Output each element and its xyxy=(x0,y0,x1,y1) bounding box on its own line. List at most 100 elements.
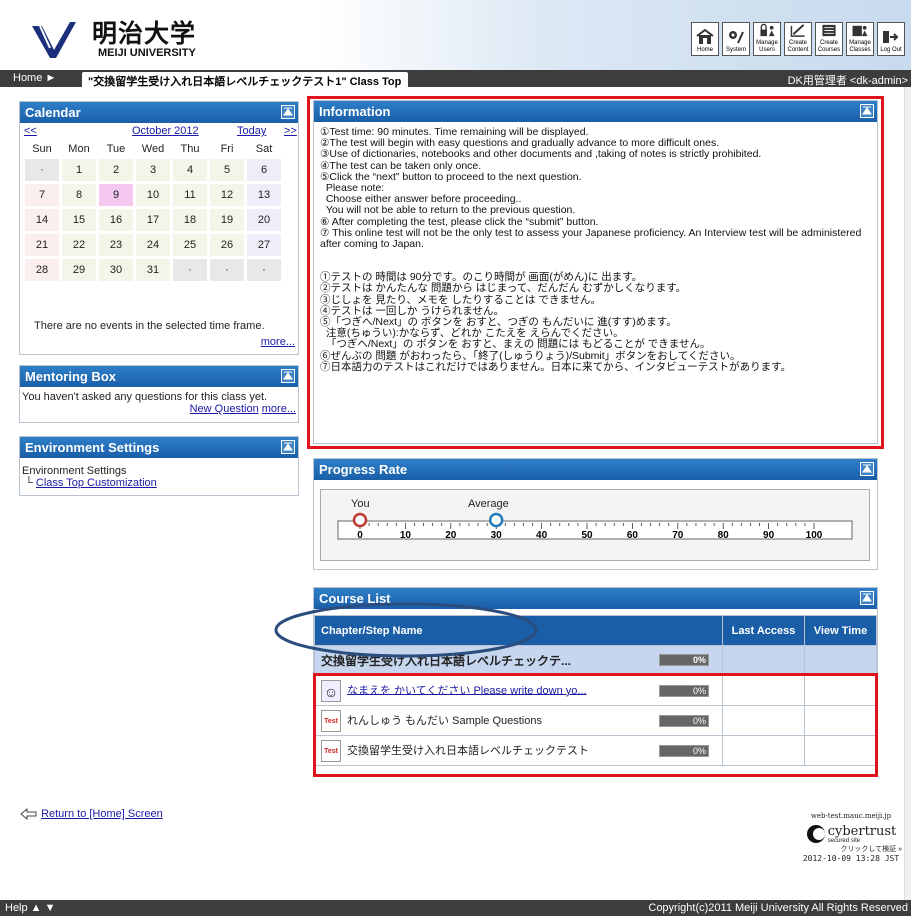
calendar-week: 7 8 9 10 11 12 13 xyxy=(25,184,281,206)
new-question-link[interactable]: New Question xyxy=(190,403,259,415)
progress-tick-label: 10 xyxy=(400,530,412,541)
calendar-day[interactable]: 24 xyxy=(136,234,170,256)
calendar-day[interactable]: 27 xyxy=(247,234,281,256)
next-month-link[interactable]: >> xyxy=(284,125,297,137)
create-content-button[interactable]: Create Content xyxy=(784,22,812,56)
calendar-panel: Calendar << October 2012 Today >> Sun Mon… xyxy=(19,101,299,355)
cert-brand: cybertrust xyxy=(827,823,897,839)
cybertrust-seal[interactable]: web-test.mauc.meiji.jp cybertrust secure… xyxy=(800,812,902,863)
calendar-day[interactable]: 23 xyxy=(99,234,133,256)
system-icon xyxy=(729,31,744,44)
logout-label: Log Out xyxy=(880,47,902,53)
month-link[interactable]: October 2012 xyxy=(132,125,199,137)
breadcrumb-current: "交換留学生受け入れ日本語レベルチェックテスト1" Class Top xyxy=(82,72,409,88)
calendar-week: 28 29 30 31 · · · xyxy=(25,259,281,281)
prev-month-link[interactable]: << xyxy=(24,125,37,137)
cybertrust-icon xyxy=(806,825,825,843)
calendar-day[interactable]: 14 xyxy=(25,209,59,231)
create-courses-icon xyxy=(822,24,836,37)
calendar-day[interactable]: 1 xyxy=(62,159,96,181)
calendar-day[interactable]: 2 xyxy=(99,159,133,181)
university-name-jp: 明治大学 xyxy=(92,19,197,48)
calendar-day[interactable]: 18 xyxy=(173,209,207,231)
calendar-day[interactable]: 22 xyxy=(62,234,96,256)
calendar-day[interactable]: 13 xyxy=(247,184,281,206)
weekday-header: Sat xyxy=(255,143,273,155)
collapse-icon[interactable] xyxy=(281,105,295,119)
weekday-header: Wed xyxy=(141,143,165,155)
calendar-day[interactable]: 21 xyxy=(25,234,59,256)
collapse-icon[interactable] xyxy=(281,369,295,383)
calendar-empty-cell: · xyxy=(173,259,207,281)
calendar-title-bar: Calendar xyxy=(20,102,298,123)
calendar-day[interactable]: 9 xyxy=(99,184,133,206)
mentoring-message: You haven't asked any questions for this… xyxy=(22,391,268,403)
logout-icon xyxy=(883,31,899,43)
home-button[interactable]: Home xyxy=(691,22,719,56)
calendar-day[interactable]: 6 xyxy=(247,159,281,181)
system-button-label: System xyxy=(725,47,746,53)
environment-title-bar: Environment Settings xyxy=(20,437,298,458)
calendar-day[interactable]: 12 xyxy=(210,184,244,206)
manage-classes-button[interactable]: Manage Classes xyxy=(846,22,874,56)
create-content-label: Create Content xyxy=(787,40,809,53)
calendar-day[interactable]: 26 xyxy=(210,234,244,256)
weekday-header: Sun xyxy=(32,143,52,155)
cert-host: web-test.mauc.meiji.jp xyxy=(810,812,892,820)
calendar-day[interactable]: 4 xyxy=(173,159,207,181)
help-toggle[interactable]: Help ▲ ▼ xyxy=(5,902,56,914)
calendar-day[interactable]: 11 xyxy=(173,184,207,206)
weekday-header: Tue xyxy=(106,143,126,155)
progress-tick-label: 50 xyxy=(581,530,593,541)
breadcrumb-home[interactable]: Home ► xyxy=(13,72,56,84)
calendar-day[interactable]: 29 xyxy=(62,259,96,281)
system-button[interactable]: System xyxy=(722,22,750,56)
university-brand: 明治大学 MEIJI UNIVERSITY xyxy=(92,20,196,59)
no-events-message: There are no events in the selected time… xyxy=(34,320,265,332)
you-label: You xyxy=(351,498,370,510)
calendar-day[interactable]: 17 xyxy=(136,209,170,231)
calendar-day[interactable]: 15 xyxy=(62,209,96,231)
mentoring-more-link[interactable]: more... xyxy=(262,403,296,415)
collapse-icon[interactable] xyxy=(860,591,874,605)
calendar-day[interactable]: 20 xyxy=(247,209,281,231)
calendar-day[interactable]: 10 xyxy=(136,184,170,206)
weekday-header: Fri xyxy=(220,143,234,155)
breadcrumb-bar: Home ► "交換留学生受け入れ日本語レベルチェックテスト1" Class T… xyxy=(0,70,911,88)
calendar-day[interactable]: 8 xyxy=(62,184,96,206)
average-label: Average xyxy=(468,498,509,510)
return-icon xyxy=(20,808,38,821)
university-name-en: MEIJI UNIVERSITY xyxy=(98,47,196,59)
collapse-icon[interactable] xyxy=(281,440,295,454)
calendar-day[interactable]: 3 xyxy=(136,159,170,181)
calendar-day[interactable]: 31 xyxy=(136,259,170,281)
collapse-icon[interactable] xyxy=(860,462,874,476)
calendar-more-link[interactable]: more... xyxy=(261,336,295,348)
mentoring-title: Mentoring Box xyxy=(25,369,116,384)
calendar-day[interactable]: 7 xyxy=(25,184,59,206)
return-home-link[interactable]: Return to [Home] Screen xyxy=(41,808,163,820)
calendar-day[interactable]: 28 xyxy=(25,259,59,281)
logout-button[interactable]: Log Out xyxy=(877,22,905,56)
progress-title-bar: Progress Rate xyxy=(314,459,877,480)
progress-tick-label: 0 xyxy=(357,530,363,541)
vertical-scrollbar[interactable] xyxy=(904,87,911,900)
col-last-access: Last Access xyxy=(722,615,805,646)
calendar-title: Calendar xyxy=(25,105,81,120)
calendar-grid: Sun Mon Tue Wed Thu Fri Sat · 1 2 3 4 5 6 7 8 9 10 11 12 13… xyxy=(22,139,284,284)
calendar-day[interactable]: 16 xyxy=(99,209,133,231)
progress-tick-label: 20 xyxy=(445,530,457,541)
return-home[interactable]: Return to [Home] Screen xyxy=(20,808,163,821)
group-progress-bar: 0% xyxy=(659,654,709,666)
today-link[interactable]: Today xyxy=(237,125,266,137)
create-courses-button[interactable]: Create Courses xyxy=(815,22,843,56)
calendar-day[interactable]: 25 xyxy=(173,234,207,256)
class-top-customization-link[interactable]: Class Top Customization xyxy=(36,477,157,489)
calendar-day[interactable]: 30 xyxy=(99,259,133,281)
calendar-empty-cell: · xyxy=(247,259,281,281)
calendar-day[interactable]: 5 xyxy=(210,159,244,181)
chevron-right-icon: ► xyxy=(45,72,57,84)
manage-users-button[interactable]: Manage Users xyxy=(753,22,781,56)
calendar-day[interactable]: 19 xyxy=(210,209,244,231)
calendar-week: 21 22 23 24 25 26 27 xyxy=(25,234,281,256)
